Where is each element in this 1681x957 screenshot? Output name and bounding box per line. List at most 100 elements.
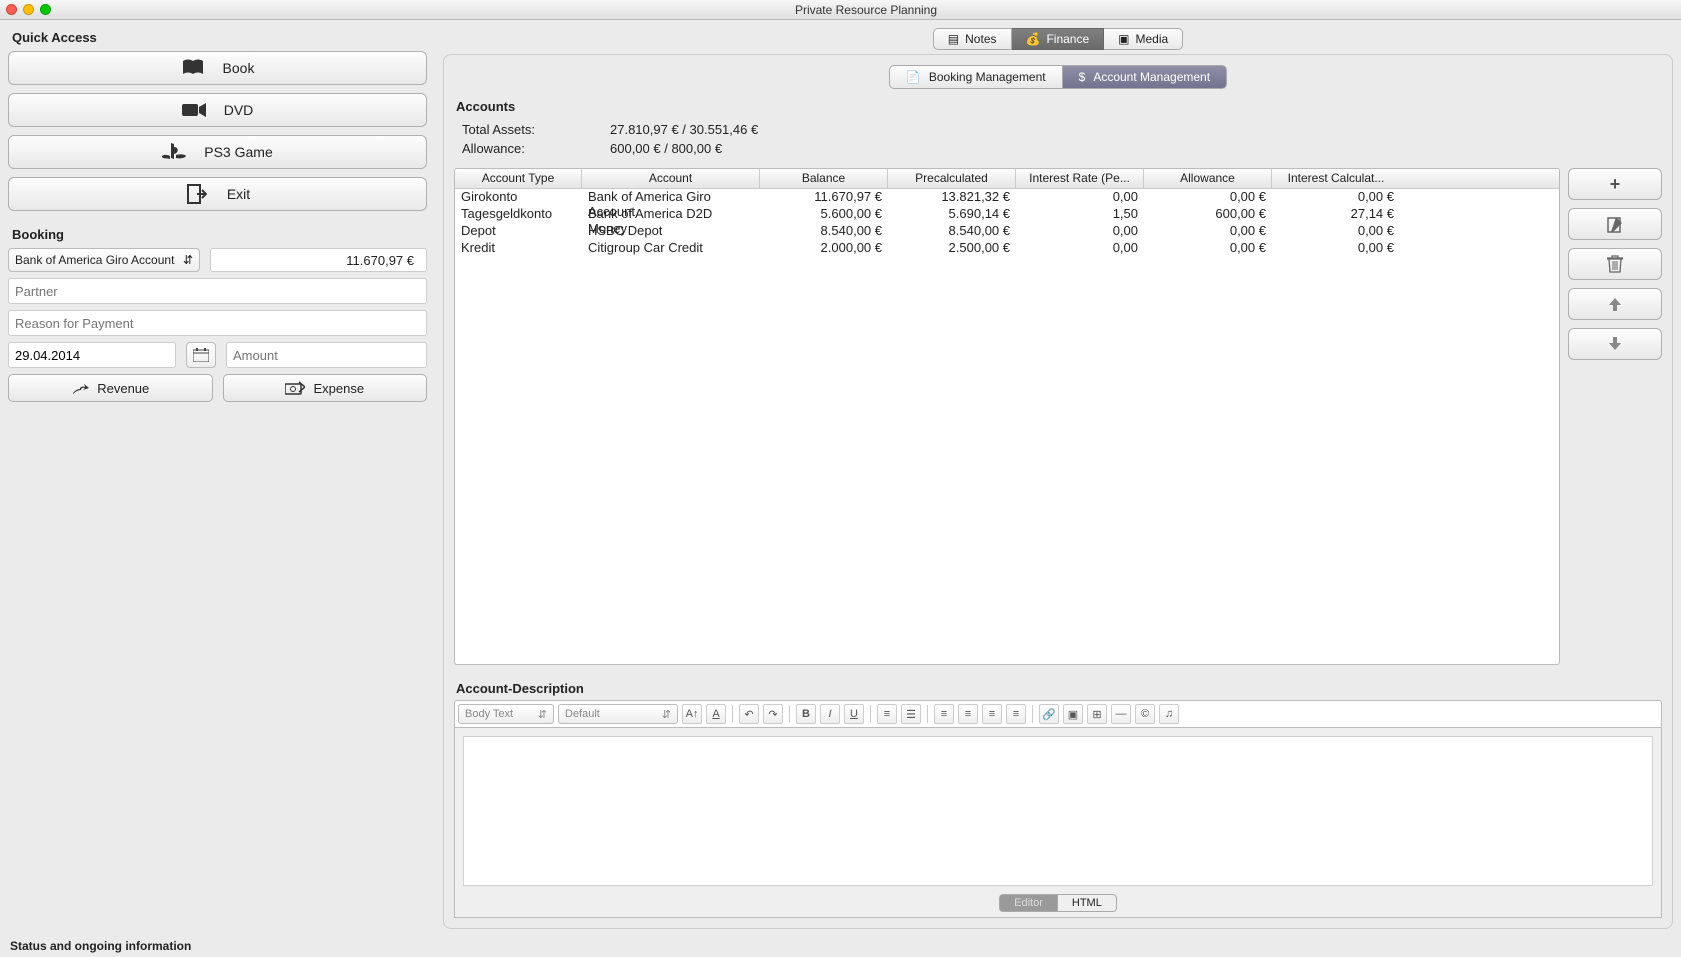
booking-account-select[interactable]: Bank of America Giro Account ⇵ — [8, 248, 200, 272]
align-right-button[interactable]: ≡ — [982, 704, 1002, 724]
italic-button[interactable]: I — [820, 704, 840, 724]
col-account-type[interactable]: Account Type — [455, 169, 582, 188]
ps3-label: PS3 Game — [204, 144, 272, 160]
numbered-list-button[interactable]: ☰ — [901, 704, 921, 724]
col-precalculated[interactable]: Precalculated — [888, 169, 1016, 188]
calendar-icon — [193, 348, 209, 362]
table-row[interactable]: KreditCitigroup Car Credit2.000,00 €2.50… — [455, 240, 1559, 257]
font-bigger-icon: A↑ — [686, 708, 699, 720]
redo-icon: ↷ — [768, 708, 777, 721]
notes-icon: ▤ — [948, 32, 959, 46]
media-button[interactable]: ♫ — [1159, 704, 1179, 724]
table-row[interactable]: TagesgeldkontoBank of America D2D Money5… — [455, 206, 1559, 223]
redo-button[interactable]: ↷ — [763, 704, 783, 724]
video-camera-icon — [182, 102, 206, 118]
style-select[interactable]: Body Text⇵ — [458, 704, 554, 724]
booking-balance-display: 11.670,97 € — [210, 248, 427, 272]
font-decrease-button[interactable]: A — [706, 704, 726, 724]
align-left-button[interactable]: ≡ — [934, 704, 954, 724]
amount-input[interactable] — [226, 342, 427, 368]
media-icon: ▣ — [1118, 32, 1129, 46]
bold-icon: B — [802, 708, 810, 720]
align-justify-button[interactable]: ≡ — [1006, 704, 1026, 724]
booking-label: Booking — [8, 225, 427, 244]
exit-button[interactable]: Exit — [8, 177, 427, 211]
reason-input[interactable] — [8, 310, 427, 336]
chevron-updown-icon: ⇵ — [662, 708, 671, 721]
tab-finance-label: Finance — [1046, 32, 1089, 46]
symbol-icon: © — [1141, 708, 1149, 720]
link-button[interactable]: 🔗 — [1039, 704, 1059, 724]
undo-icon: ↶ — [744, 708, 753, 721]
col-interest-calc[interactable]: Interest Calculat... — [1272, 169, 1400, 188]
add-account-button[interactable]: + — [1568, 168, 1662, 200]
bullet-list-button[interactable]: ≡ — [877, 704, 897, 724]
table-row[interactable]: DepotHSBC Depot8.540,00 €8.540,00 €0,000… — [455, 223, 1559, 240]
font-increase-button[interactable]: A↑ — [682, 704, 702, 724]
align-center-button[interactable]: ≡ — [958, 704, 978, 724]
align-center-icon: ≡ — [965, 708, 971, 720]
align-left-icon: ≡ — [941, 708, 947, 720]
subtab-account-management[interactable]: $ Account Management — [1063, 65, 1227, 89]
date-input[interactable] — [8, 342, 176, 368]
symbol-button[interactable]: © — [1135, 704, 1155, 724]
editor-tab-html[interactable]: HTML — [1058, 894, 1117, 912]
underline-button[interactable]: U — [844, 704, 864, 724]
col-balance[interactable]: Balance — [760, 169, 888, 188]
tab-media[interactable]: ▣ Media — [1104, 28, 1183, 50]
edit-account-button[interactable] — [1568, 208, 1662, 240]
subtab-booking-management[interactable]: 📄 Booking Management — [889, 65, 1063, 89]
expense-button[interactable]: Expense — [223, 374, 428, 402]
bold-button[interactable]: B — [796, 704, 816, 724]
book-label: Book — [223, 60, 255, 76]
arrow-up-icon — [1607, 296, 1623, 312]
booking-account-selected: Bank of America Giro Account — [15, 253, 174, 267]
chevron-updown-icon: ⇵ — [538, 708, 547, 721]
col-interest-rate[interactable]: Interest Rate (Pe... — [1016, 169, 1144, 188]
status-bar: Status and ongoing information — [0, 937, 1681, 957]
bullet-list-icon: ≡ — [884, 708, 890, 720]
delete-account-button[interactable] — [1568, 248, 1662, 280]
image-button[interactable]: ▣ — [1063, 704, 1083, 724]
italic-icon: I — [828, 708, 831, 720]
move-down-button[interactable] — [1568, 328, 1662, 360]
plus-icon: + — [1610, 174, 1621, 195]
editor-tab-editor[interactable]: Editor — [999, 894, 1058, 912]
tab-notes-label: Notes — [965, 32, 996, 46]
dvd-button[interactable]: DVD — [8, 93, 427, 127]
minimize-window-icon[interactable] — [23, 4, 34, 15]
book-button[interactable]: Book — [8, 51, 427, 85]
move-up-button[interactable] — [1568, 288, 1662, 320]
editor-textarea[interactable] — [463, 736, 1653, 886]
tab-finance[interactable]: 💰 Finance — [1012, 28, 1105, 50]
accounts-label: Accounts — [454, 95, 1662, 118]
col-account[interactable]: Account — [582, 169, 760, 188]
undo-button[interactable]: ↶ — [739, 704, 759, 724]
table-row[interactable]: GirokontoBank of America Giro Account11.… — [455, 189, 1559, 206]
expense-label: Expense — [313, 381, 364, 396]
hr-button[interactable]: — — [1111, 704, 1131, 724]
table-button[interactable]: ⊞ — [1087, 704, 1107, 724]
trash-icon — [1607, 255, 1623, 273]
total-assets-value: 27.810,97 € / 30.551,46 € — [610, 122, 758, 137]
edit-icon — [1606, 215, 1624, 233]
zoom-window-icon[interactable] — [40, 4, 51, 15]
exit-icon — [185, 184, 209, 204]
col-allowance[interactable]: Allowance — [1144, 169, 1272, 188]
tab-media-label: Media — [1136, 32, 1169, 46]
font-select[interactable]: Default⇵ — [558, 704, 678, 724]
revenue-icon — [71, 381, 89, 395]
allowance-label: Allowance: — [462, 141, 602, 156]
revenue-button[interactable]: Revenue — [8, 374, 213, 402]
close-window-icon[interactable] — [6, 4, 17, 15]
subtab-account-label: Account Management — [1093, 70, 1210, 84]
total-assets-label: Total Assets: — [462, 122, 602, 137]
ps3-button[interactable]: PS3 Game — [8, 135, 427, 169]
calendar-button[interactable] — [186, 342, 216, 368]
arrow-down-icon — [1607, 336, 1623, 352]
tab-notes[interactable]: ▤ Notes — [933, 28, 1012, 50]
accounts-table[interactable]: Account Type Account Balance Precalculat… — [454, 168, 1560, 665]
finance-icon: 💰 — [1026, 32, 1041, 46]
image-icon: ▣ — [1068, 708, 1078, 721]
partner-input[interactable] — [8, 278, 427, 304]
